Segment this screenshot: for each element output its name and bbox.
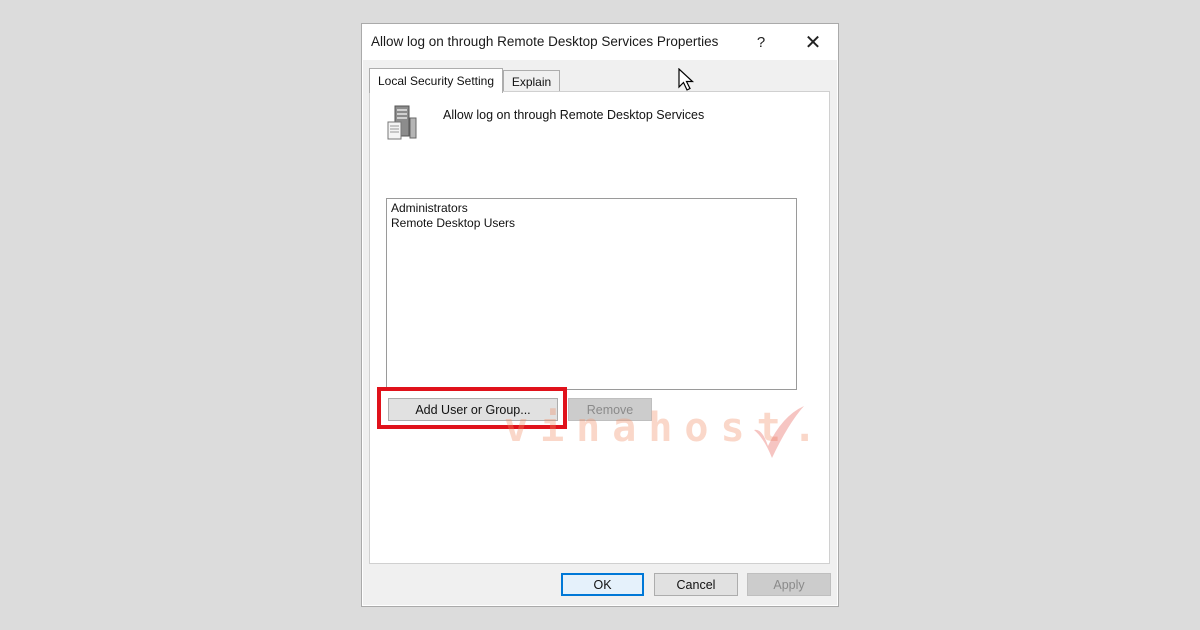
- cancel-button[interactable]: Cancel: [654, 573, 738, 596]
- tab-strip: Local Security Setting Explain: [369, 68, 829, 93]
- title-bar[interactable]: Allow log on through Remote Desktop Serv…: [362, 24, 838, 60]
- list-item[interactable]: Administrators: [391, 201, 792, 216]
- window-title: Allow log on through Remote Desktop Serv…: [371, 34, 719, 49]
- check-icon: [754, 406, 804, 458]
- apply-button: Apply: [747, 573, 831, 596]
- tab-explain[interactable]: Explain: [503, 70, 560, 92]
- ok-button[interactable]: OK: [561, 573, 644, 596]
- list-item[interactable]: Remote Desktop Users: [391, 216, 792, 231]
- tab-panel: Allow log on through Remote Desktop Serv…: [369, 91, 830, 564]
- tab-local-security-setting[interactable]: Local Security Setting: [369, 68, 503, 93]
- properties-dialog: Allow log on through Remote Desktop Serv…: [361, 23, 839, 607]
- policy-name: Allow log on through Remote Desktop Serv…: [443, 108, 705, 122]
- mouse-cursor-icon: [678, 68, 695, 91]
- help-button[interactable]: ?: [738, 24, 784, 60]
- server-policy-icon: [387, 105, 417, 140]
- members-list[interactable]: Administrators Remote Desktop Users: [386, 198, 797, 390]
- close-button[interactable]: ✕: [790, 24, 836, 60]
